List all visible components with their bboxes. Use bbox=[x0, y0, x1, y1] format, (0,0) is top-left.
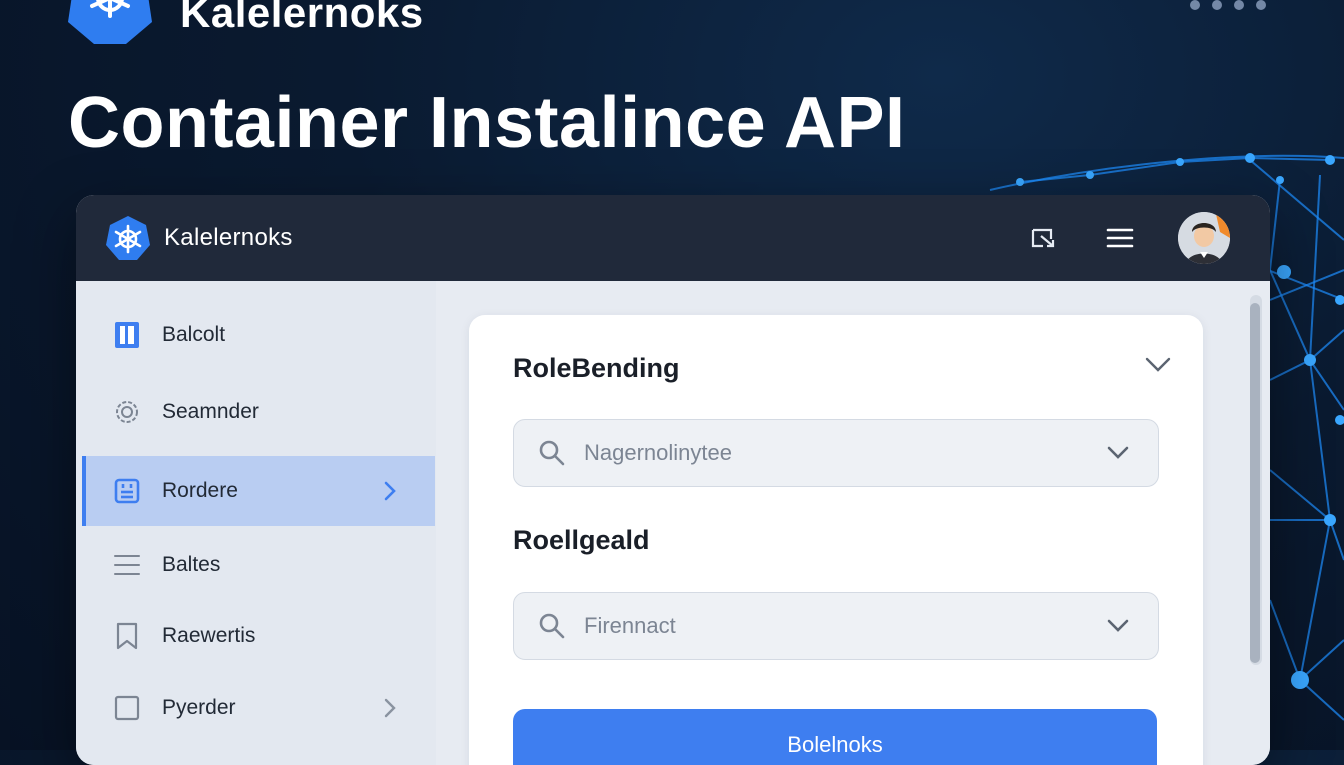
sidebar-item-seamnder[interactable]: Seamnder bbox=[82, 377, 435, 447]
external-window-icon[interactable] bbox=[1026, 220, 1062, 256]
chevron-right-icon bbox=[384, 698, 396, 718]
hamburger-menu-icon[interactable] bbox=[1102, 220, 1138, 256]
settings-gear-icon bbox=[112, 397, 142, 427]
submit-button[interactable]: Bolelnoks bbox=[513, 709, 1157, 765]
chevron-down-icon bbox=[1107, 619, 1129, 632]
sidebar-item-rordere[interactable]: Rordere bbox=[82, 456, 435, 526]
sidebar-item-label: Balcolt bbox=[162, 323, 226, 346]
list-lines-icon bbox=[112, 550, 142, 580]
chevron-down-icon[interactable] bbox=[1143, 355, 1173, 375]
subject-select[interactable]: Firennact bbox=[513, 592, 1159, 660]
sidebar-item-label: Pyerder bbox=[162, 696, 236, 719]
more-dots-icon[interactable] bbox=[1190, 0, 1266, 10]
app-name: Kalelernoks bbox=[164, 224, 293, 251]
form-card: RoleBending Nagernolinytee Roellgeald Fi… bbox=[469, 315, 1203, 765]
sidebar-item-label: Raewertis bbox=[162, 624, 256, 647]
role-select-placeholder: Nagernolinytee bbox=[584, 440, 732, 465]
section-title-roellgeald: Roellgeald bbox=[513, 525, 650, 555]
sidebar-item-label: Baltes bbox=[162, 553, 221, 576]
scrollbar-thumb[interactable] bbox=[1250, 303, 1260, 663]
sidebar-item-balcolt[interactable]: Balcolt bbox=[82, 300, 435, 370]
top-bar: Kalelernoks bbox=[76, 195, 1270, 281]
sidebar-item-label: Rordere bbox=[162, 479, 238, 502]
app-window: Kalelernoks Balcolt Seamnder Rordere Bal… bbox=[76, 195, 1270, 765]
search-icon bbox=[539, 440, 565, 466]
role-select[interactable]: Nagernolinytee bbox=[513, 419, 1159, 487]
square-icon bbox=[112, 693, 142, 723]
search-icon bbox=[539, 613, 565, 639]
bookmark-icon bbox=[112, 621, 142, 651]
main-content: RoleBending Nagernolinytee Roellgeald Fi… bbox=[436, 281, 1270, 765]
kubernetes-logo-icon bbox=[68, 0, 152, 44]
sidebar-item-pyerder[interactable]: Pyerder bbox=[82, 673, 435, 743]
book-icon bbox=[112, 320, 142, 350]
chevron-down-icon bbox=[1107, 446, 1129, 459]
sidebar-item-raewertis[interactable]: Raewertis bbox=[82, 601, 435, 671]
hero-brand-name: Kalelernoks bbox=[180, 0, 424, 36]
page-title: Container Instalince API bbox=[68, 83, 906, 163]
kubernetes-logo-icon bbox=[106, 216, 150, 260]
subject-select-placeholder: Firennact bbox=[584, 613, 676, 638]
section-title-rolebending: RoleBending bbox=[513, 353, 680, 383]
user-avatar[interactable] bbox=[1178, 212, 1230, 264]
sidebar: Balcolt Seamnder Rordere Baltes Raewerti… bbox=[76, 281, 436, 765]
sidebar-item-label: Seamnder bbox=[162, 400, 259, 423]
chevron-right-icon bbox=[384, 481, 396, 501]
hero-brand: Kalelernoks bbox=[66, 0, 424, 44]
sidebar-item-baltes[interactable]: Baltes bbox=[82, 530, 435, 600]
calendar-square-icon bbox=[112, 476, 142, 506]
